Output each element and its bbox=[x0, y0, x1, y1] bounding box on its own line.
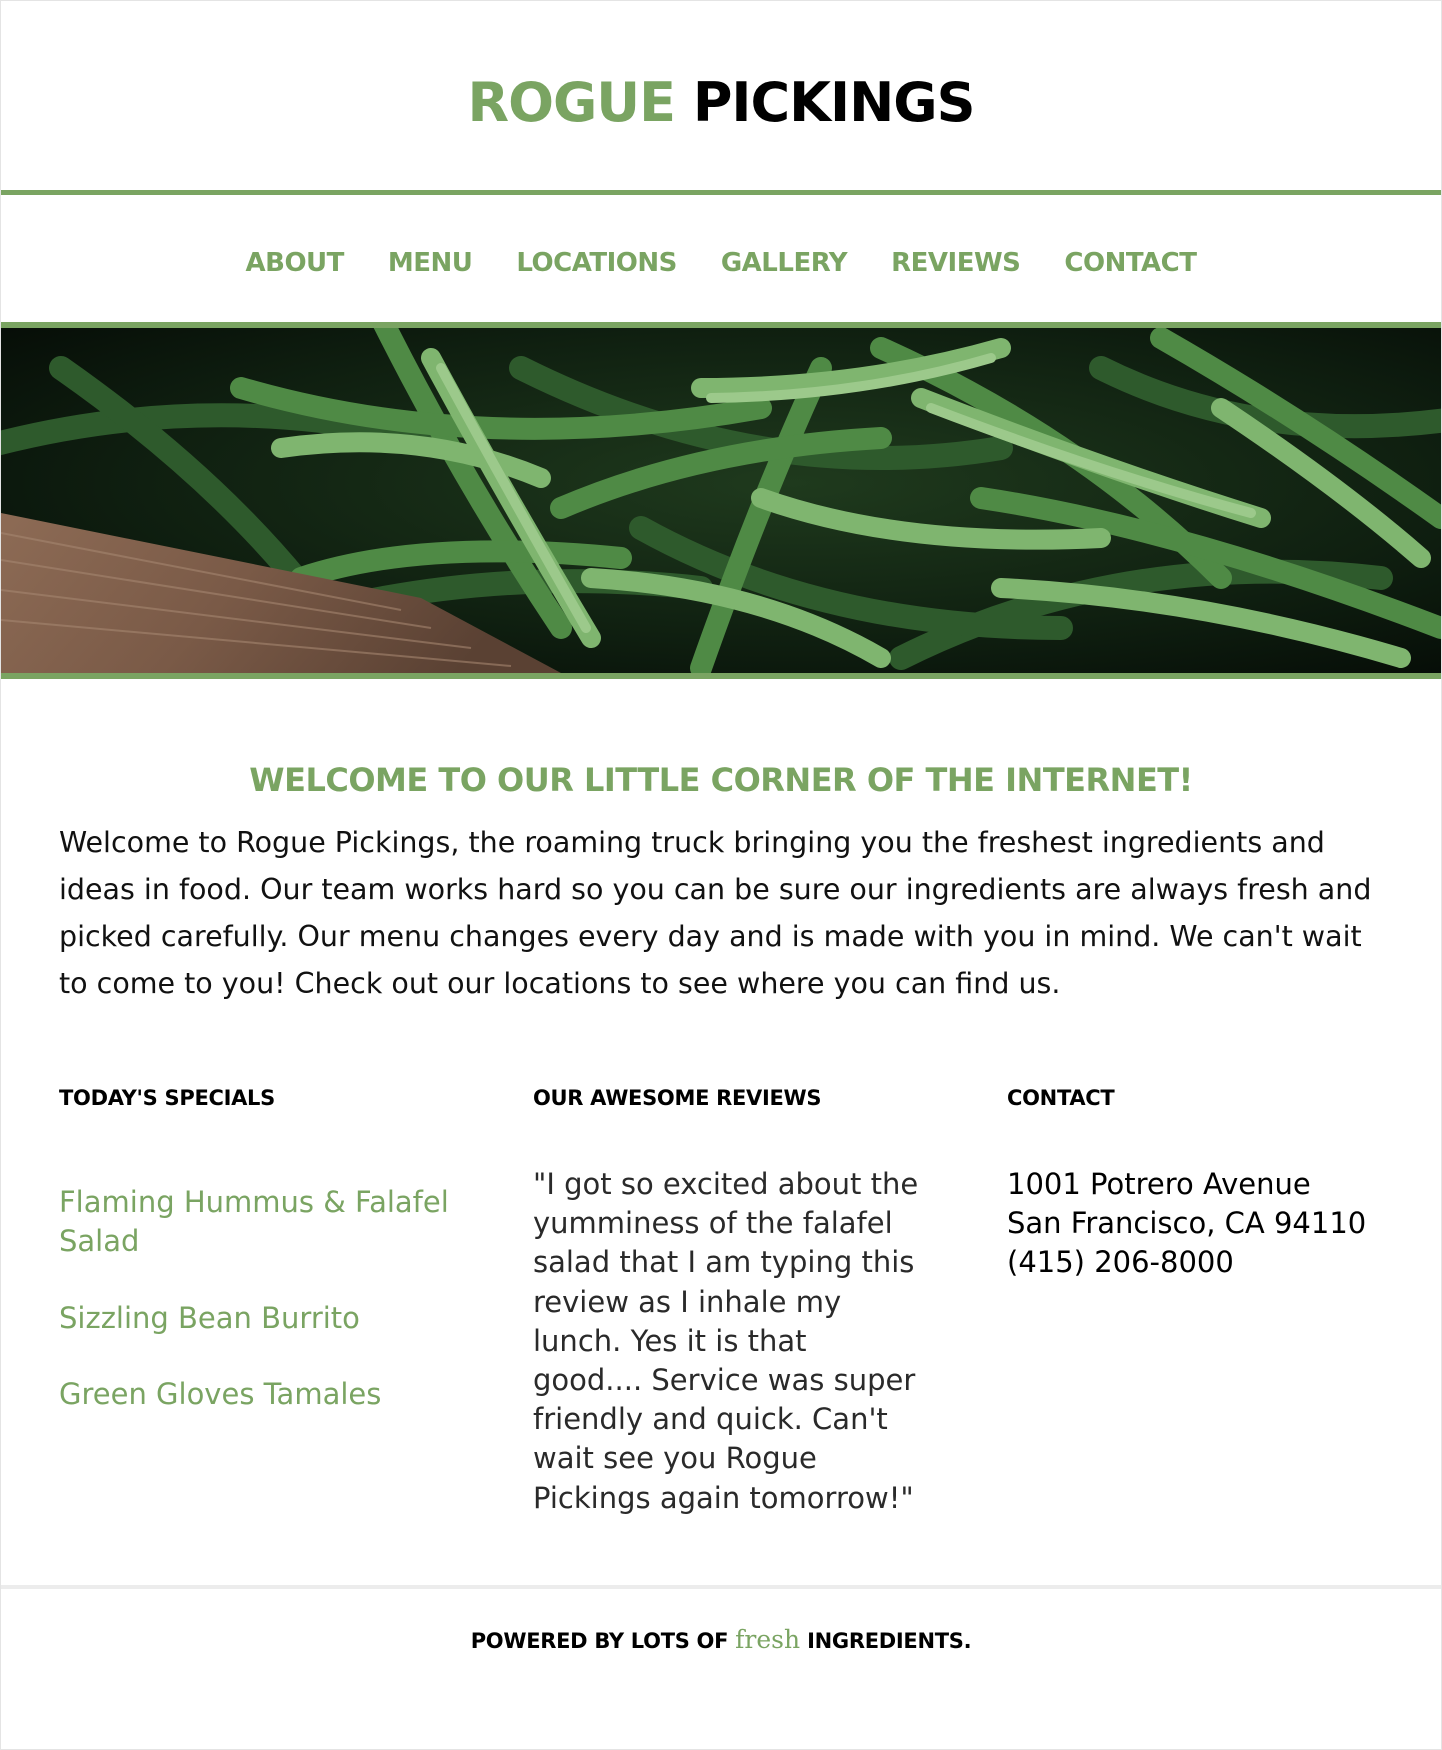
nav-item-about[interactable]: ABOUT bbox=[246, 245, 345, 281]
todays-specials-section: TODAY'S SPECIALS Flaming Hummus & Falafe… bbox=[59, 1081, 479, 1411]
reviews-section: OUR AWESOME REVIEWS "I got so excited ab… bbox=[533, 1081, 933, 1515]
footer-fresh-word: fresh bbox=[735, 1625, 801, 1654]
footer-suffix: INGREDIENTS. bbox=[807, 1629, 972, 1653]
specials-title: TODAY'S SPECIALS bbox=[59, 1086, 275, 1110]
nav-item-locations[interactable]: LOCATIONS bbox=[516, 245, 677, 281]
hero-bottom-border bbox=[1, 673, 1441, 679]
address-line-2: San Francisco, CA 94110 bbox=[1007, 1206, 1367, 1241]
reviews-title: OUR AWESOME REVIEWS bbox=[533, 1086, 822, 1110]
special-item[interactable]: Green Gloves Tamales bbox=[59, 1375, 459, 1414]
special-item[interactable]: Sizzling Bean Burrito bbox=[59, 1299, 459, 1338]
footer-prefix: POWERED BY LOTS OF bbox=[470, 1629, 729, 1653]
logo-word-rogue: ROGUE bbox=[467, 71, 676, 134]
nav-item-reviews[interactable]: REVIEWS bbox=[891, 245, 1021, 281]
logo-word-pickings: PICKINGS bbox=[692, 71, 976, 134]
welcome-text: Welcome to Rogue Pickings, the roaming t… bbox=[59, 826, 1372, 1000]
special-item[interactable]: Flaming Hummus & Falafel Salad bbox=[59, 1183, 459, 1261]
contact-section: CONTACT 1001 Potrero Avenue San Francisc… bbox=[1007, 1081, 1417, 1279]
footer-divider bbox=[1, 1585, 1441, 1589]
nav-item-contact[interactable]: CONTACT bbox=[1064, 245, 1197, 281]
nav-item-menu[interactable]: MENU bbox=[388, 245, 473, 281]
review-quote: "I got so excited about the yumminess of… bbox=[533, 1167, 919, 1515]
header-divider bbox=[1, 190, 1441, 195]
main-nav: ABOUT MENU LOCATIONS GALLERY REVIEWS CON… bbox=[1, 245, 1441, 281]
site-header: ROGUE PICKINGS bbox=[1, 1, 1441, 191]
phone-number[interactable]: (415) 206-8000 bbox=[1007, 1243, 1417, 1282]
page: ROGUE PICKINGS ABOUT MENU LOCATIONS GALL… bbox=[0, 0, 1442, 1750]
contact-title: CONTACT bbox=[1007, 1086, 1115, 1110]
contact-info: 1001 Potrero Avenue San Francisco, CA 94… bbox=[1007, 1165, 1417, 1283]
hero-image-green-beans bbox=[1, 328, 1441, 673]
site-logo[interactable]: ROGUE PICKINGS bbox=[1, 63, 1441, 143]
address-line-1: 1001 Potrero Avenue bbox=[1007, 1167, 1311, 1201]
site-footer: POWERED BY LOTS OF fresh INGREDIENTS. bbox=[1, 1623, 1441, 1658]
welcome-heading: WELCOME TO OUR LITTLE CORNER OF THE INTE… bbox=[249, 760, 1193, 799]
nav-item-gallery[interactable]: GALLERY bbox=[721, 245, 848, 281]
